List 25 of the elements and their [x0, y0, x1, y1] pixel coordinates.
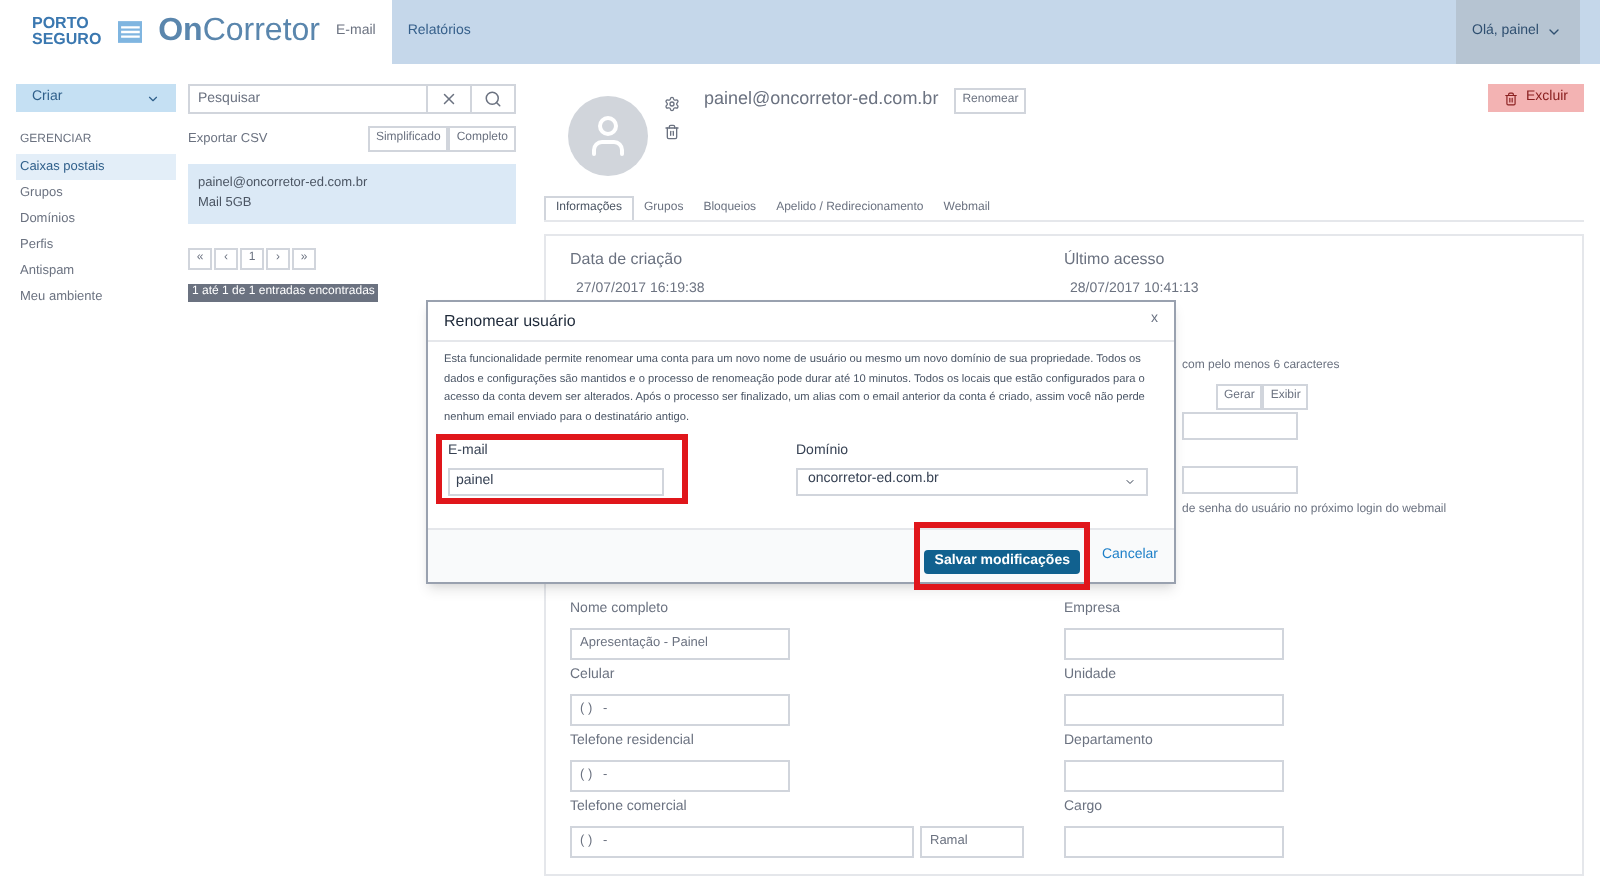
logo-text: SEGURO — [32, 32, 102, 48]
clear-button[interactable] — [428, 84, 472, 114]
caret-icon — [1124, 475, 1136, 487]
input-field[interactable] — [1064, 693, 1284, 725]
close-icon — [440, 90, 458, 108]
trash-icon[interactable] — [664, 124, 680, 140]
logo-text: PORTO — [32, 16, 91, 32]
input-field[interactable] — [1182, 411, 1298, 439]
logo-icon — [117, 18, 143, 46]
input-field[interactable] — [1064, 627, 1284, 659]
search-icon — [484, 90, 502, 108]
input-field[interactable] — [1182, 465, 1298, 493]
field-label: Data de criação — [570, 248, 683, 272]
input-field[interactable] — [1064, 825, 1284, 857]
avatar — [568, 96, 648, 176]
search-button[interactable] — [472, 84, 516, 114]
account-email: painel@oncorretor-ed.com.br — [704, 86, 939, 112]
field-label: Último acesso — [1064, 248, 1165, 272]
app-logo: OnCorretor — [158, 12, 320, 52]
settings-icon[interactable] — [664, 96, 680, 112]
trash-icon — [1503, 91, 1518, 105]
chevron-icon — [1546, 24, 1563, 40]
caret-icon — [146, 91, 160, 105]
input-field[interactable] — [1064, 759, 1284, 791]
dialog-title: Renomear usuário — [444, 309, 576, 333]
